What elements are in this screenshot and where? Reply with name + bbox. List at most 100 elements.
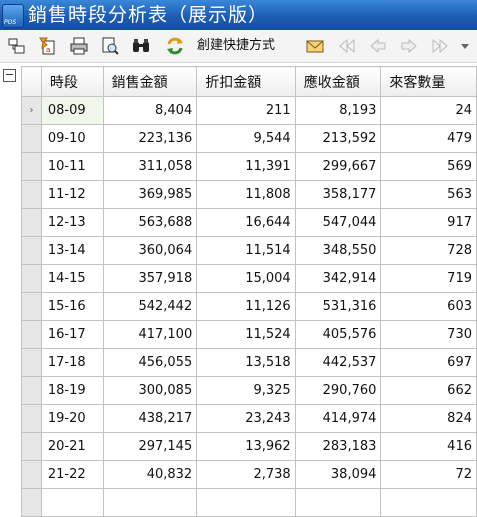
value-cell[interactable]: 40,832 <box>102 460 198 489</box>
table-row[interactable]: 16-17 417,100 11,524 405,576 730 <box>21 320 477 349</box>
find-icon[interactable] <box>128 34 154 58</box>
value-cell[interactable]: 824 <box>380 404 477 433</box>
value-cell[interactable]: 300,085 <box>102 376 198 405</box>
table-row[interactable]: 20-21 297,145 13,962 283,183 416 <box>21 432 477 461</box>
value-cell[interactable]: 442,537 <box>294 348 382 377</box>
time-slot-cell[interactable]: 15-16 <box>40 292 104 321</box>
value-cell[interactable]: 417,100 <box>102 320 198 349</box>
value-cell[interactable]: 16,644 <box>196 208 296 237</box>
value-cell[interactable]: 8,404 <box>102 96 198 125</box>
value-cell[interactable] <box>196 488 296 517</box>
row-indicator[interactable] <box>21 404 42 433</box>
value-cell[interactable]: 563,688 <box>102 208 198 237</box>
value-cell[interactable]: 283,183 <box>294 432 382 461</box>
time-slot-cell[interactable]: 14-15 <box>40 264 104 293</box>
value-cell[interactable]: 414,974 <box>294 404 382 433</box>
value-cell[interactable]: 299,667 <box>294 152 382 181</box>
value-cell[interactable]: 24 <box>380 96 477 125</box>
table-row[interactable]: 15-16 542,442 11,126 531,316 603 <box>21 292 477 321</box>
time-slot-cell[interactable]: 12-13 <box>40 208 104 237</box>
value-cell[interactable]: 23,243 <box>196 404 296 433</box>
column-header[interactable]: 來客數量 <box>380 66 477 97</box>
last-icon[interactable] <box>427 34 453 58</box>
time-slot-cell[interactable]: 08-09 <box>40 96 104 125</box>
time-slot-cell[interactable]: 19-20 <box>40 404 104 433</box>
value-cell[interactable]: 11,524 <box>196 320 296 349</box>
time-slot-cell[interactable] <box>40 488 104 517</box>
value-cell[interactable] <box>294 488 382 517</box>
table-row[interactable]: 13-14 360,064 11,514 348,550 728 <box>21 236 477 265</box>
row-indicator[interactable] <box>21 460 42 489</box>
table-row[interactable]: 18-19 300,085 9,325 290,760 662 <box>21 376 477 405</box>
value-cell[interactable]: 697 <box>380 348 477 377</box>
column-header[interactable]: 應收金額 <box>294 66 382 97</box>
value-cell[interactable] <box>102 488 198 517</box>
value-cell[interactable]: 342,914 <box>294 264 382 293</box>
time-slot-cell[interactable]: 18-19 <box>40 376 104 405</box>
table-row[interactable]: 09-10 223,136 9,544 213,592 479 <box>21 124 477 153</box>
value-cell[interactable]: 358,177 <box>294 180 382 209</box>
time-slot-cell[interactable]: 16-17 <box>40 320 104 349</box>
value-cell[interactable]: 438,217 <box>102 404 198 433</box>
export-icon[interactable]: a <box>35 34 61 58</box>
value-cell[interactable]: 662 <box>380 376 477 405</box>
value-cell[interactable]: 728 <box>380 236 477 265</box>
table-row[interactable]: 14-15 357,918 15,004 342,914 719 <box>21 264 477 293</box>
value-cell[interactable]: 38,094 <box>294 460 382 489</box>
table-row[interactable]: 19-20 438,217 23,243 414,974 824 <box>21 404 477 433</box>
value-cell[interactable]: 13,962 <box>196 432 296 461</box>
value-cell[interactable]: 730 <box>380 320 477 349</box>
next-icon[interactable] <box>396 34 422 58</box>
value-cell[interactable]: 357,918 <box>102 264 198 293</box>
value-cell[interactable]: 416 <box>380 432 477 461</box>
value-cell[interactable]: 213,592 <box>294 124 382 153</box>
row-indicator[interactable] <box>21 180 42 209</box>
value-cell[interactable]: 11,514 <box>196 236 296 265</box>
preview-icon[interactable] <box>97 34 123 58</box>
value-cell[interactable]: 290,760 <box>294 376 382 405</box>
mail-icon[interactable] <box>302 34 328 58</box>
table-row[interactable]: 12-13 563,688 16,644 547,044 917 <box>21 208 477 237</box>
value-cell[interactable]: 297,145 <box>102 432 198 461</box>
query-icon[interactable] <box>4 34 30 58</box>
value-cell[interactable]: 8,193 <box>294 96 382 125</box>
value-cell[interactable]: 72 <box>380 460 477 489</box>
row-indicator[interactable] <box>21 432 42 461</box>
row-indicator[interactable] <box>21 264 42 293</box>
row-indicator[interactable] <box>21 488 42 517</box>
value-cell[interactable]: 547,044 <box>294 208 382 237</box>
time-slot-cell[interactable]: 13-14 <box>40 236 104 265</box>
time-slot-cell[interactable]: 11-12 <box>40 180 104 209</box>
table-row[interactable] <box>21 488 477 517</box>
time-slot-cell[interactable]: 09-10 <box>40 124 104 153</box>
table-row[interactable]: 17-18 456,055 13,518 442,537 697 <box>21 348 477 377</box>
value-cell[interactable]: 311,058 <box>102 152 198 181</box>
prev-icon[interactable] <box>365 34 391 58</box>
time-slot-cell[interactable]: 21-22 <box>40 460 104 489</box>
create-shortcut-button[interactable]: 創建快捷方式 <box>197 34 275 58</box>
value-cell[interactable]: 348,550 <box>294 236 382 265</box>
value-cell[interactable]: 13,518 <box>196 348 296 377</box>
column-header[interactable]: 折扣金額 <box>196 66 296 97</box>
time-slot-cell[interactable]: 20-21 <box>40 432 104 461</box>
value-cell[interactable]: 223,136 <box>102 124 198 153</box>
value-cell[interactable]: 11,126 <box>196 292 296 321</box>
value-cell[interactable]: 369,985 <box>102 180 198 209</box>
table-row[interactable]: 11-12 369,985 11,808 358,177 563 <box>21 180 477 209</box>
row-indicator[interactable] <box>21 292 42 321</box>
value-cell[interactable]: 405,576 <box>294 320 382 349</box>
value-cell[interactable]: 917 <box>380 208 477 237</box>
row-indicator[interactable] <box>21 124 42 153</box>
value-cell[interactable]: 569 <box>380 152 477 181</box>
value-cell[interactable]: 456,055 <box>102 348 198 377</box>
refresh-icon[interactable] <box>162 34 188 58</box>
row-indicator[interactable] <box>21 320 42 349</box>
column-header[interactable]: 時段 <box>40 66 104 97</box>
value-cell[interactable]: 11,808 <box>196 180 296 209</box>
row-indicator[interactable] <box>21 348 42 377</box>
more-icon[interactable] <box>456 34 474 58</box>
value-cell[interactable]: 15,004 <box>196 264 296 293</box>
column-header[interactable]: 銷售金額 <box>102 66 198 97</box>
value-cell[interactable] <box>380 488 477 517</box>
row-indicator[interactable] <box>21 152 42 181</box>
